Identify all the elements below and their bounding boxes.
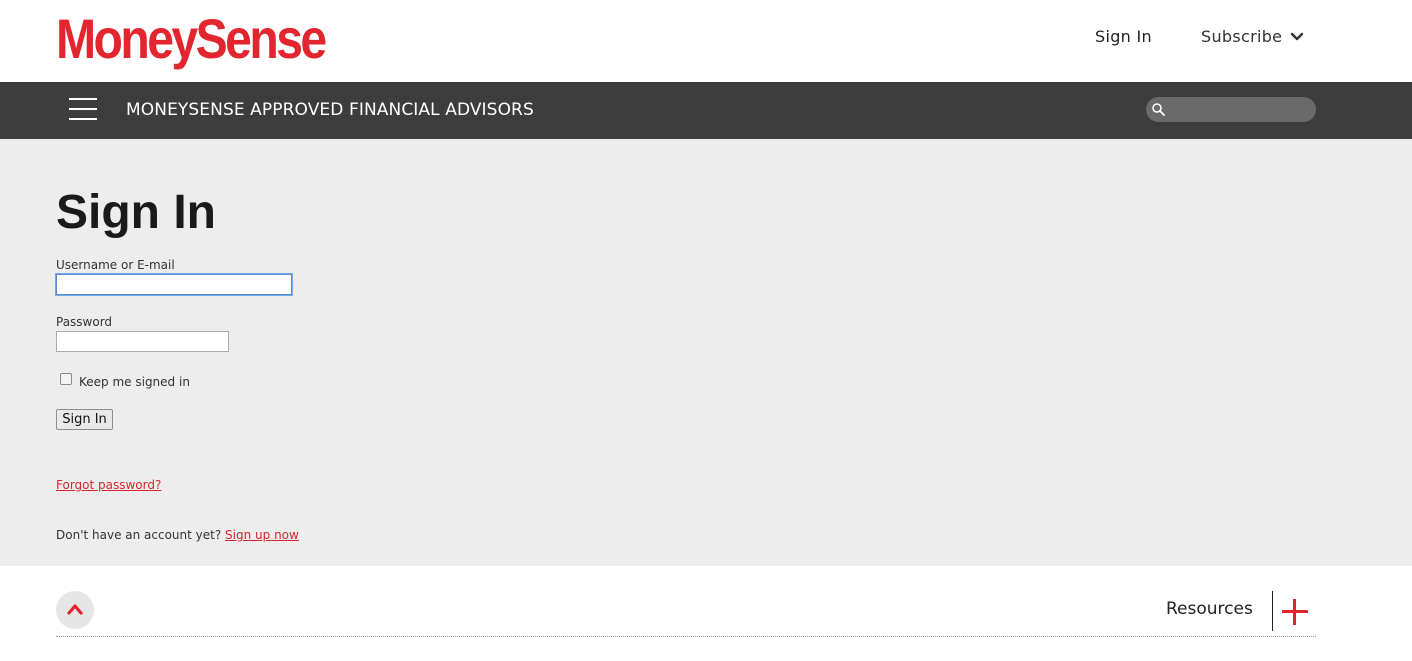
- divider: [1272, 591, 1273, 631]
- site-header: MoneySense Sign In Subscribe: [0, 0, 1412, 82]
- section-navbar: MONEYSENSE APPROVED FINANCIAL ADVISORS: [0, 82, 1412, 139]
- plus-icon[interactable]: [1282, 599, 1308, 625]
- subscribe-label: Subscribe: [1201, 27, 1283, 46]
- sign-in-section: Sign In Username or E-mail Password Keep…: [0, 139, 1412, 566]
- keep-signed-in-checkbox[interactable]: [60, 373, 72, 385]
- password-label: Password: [56, 315, 113, 329]
- forgot-password-link[interactable]: Forgot password?: [56, 478, 161, 492]
- sign-in-button[interactable]: Sign In: [56, 409, 113, 430]
- subscribe-dropdown[interactable]: Subscribe: [1201, 27, 1304, 46]
- footer-divider: [56, 636, 1316, 637]
- no-account-text: Don't have an account yet?: [56, 528, 222, 542]
- hamburger-menu-icon[interactable]: [69, 97, 97, 121]
- back-to-top-button[interactable]: [56, 591, 94, 629]
- password-input[interactable]: [56, 331, 229, 352]
- username-label: Username or E-mail: [56, 258, 175, 272]
- keep-signed-in-label[interactable]: Keep me signed in: [79, 375, 190, 389]
- signup-prompt: Don't have an account yet? Sign up now: [56, 528, 299, 542]
- search-input[interactable]: [1168, 99, 1308, 120]
- chevron-down-icon: [1291, 32, 1304, 40]
- chevron-up-icon: [67, 604, 83, 615]
- search-icon: [1152, 103, 1165, 116]
- resources-label[interactable]: Resources: [1166, 599, 1253, 619]
- section-title[interactable]: MONEYSENSE APPROVED FINANCIAL ADVISORS: [126, 100, 534, 120]
- username-input[interactable]: [55, 273, 293, 296]
- moneysense-logo[interactable]: MoneySense: [56, 6, 327, 72]
- sign-up-link[interactable]: Sign up now: [225, 528, 299, 542]
- footer: Resources: [0, 566, 1412, 661]
- header-sign-in-link[interactable]: Sign In: [1095, 27, 1152, 46]
- page-title: Sign In: [56, 186, 216, 239]
- search-box[interactable]: [1146, 97, 1316, 122]
